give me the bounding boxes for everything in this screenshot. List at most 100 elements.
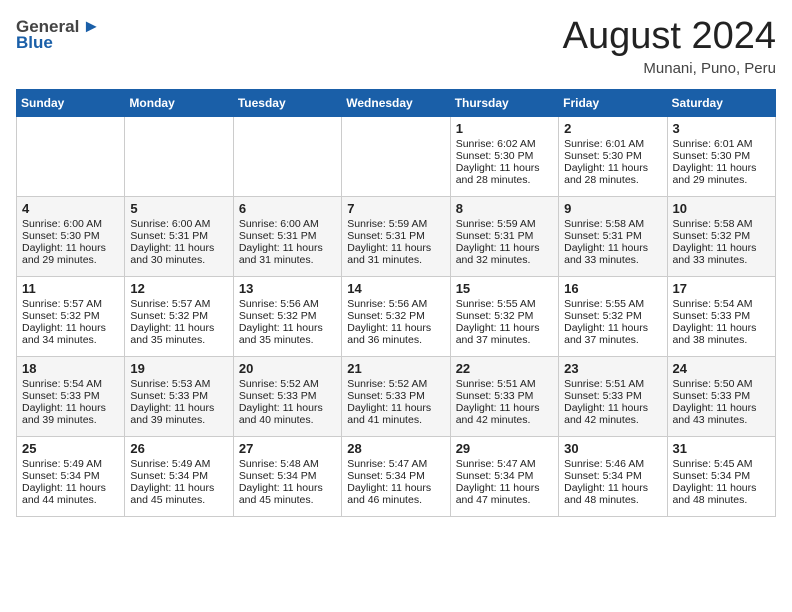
day-number: 7 xyxy=(347,201,444,216)
day-info-line: Sunset: 5:34 PM xyxy=(564,470,661,482)
day-info-line: Sunrise: 5:50 AM xyxy=(673,378,770,390)
day-number: 31 xyxy=(673,441,770,456)
day-number: 22 xyxy=(456,361,553,376)
day-info-line: and 31 minutes. xyxy=(347,254,444,266)
day-info-line: Sunset: 5:34 PM xyxy=(130,470,227,482)
day-number: 21 xyxy=(347,361,444,376)
day-info-line: Sunset: 5:34 PM xyxy=(22,470,119,482)
calendar-cell xyxy=(233,116,341,196)
day-info-line: Sunset: 5:33 PM xyxy=(673,390,770,402)
day-number: 1 xyxy=(456,121,553,136)
day-number: 25 xyxy=(22,441,119,456)
day-number: 28 xyxy=(347,441,444,456)
day-info-line: Daylight: 11 hours xyxy=(673,322,770,334)
day-info-line: Daylight: 11 hours xyxy=(456,162,553,174)
calendar-cell: 4Sunrise: 6:00 AMSunset: 5:30 PMDaylight… xyxy=(17,196,125,276)
page-header: General ► Blue August 2024 Munani, Puno,… xyxy=(16,16,776,77)
calendar-cell: 31Sunrise: 5:45 AMSunset: 5:34 PMDayligh… xyxy=(667,436,775,516)
day-info-line: and 45 minutes. xyxy=(239,494,336,506)
day-info-line: Daylight: 11 hours xyxy=(130,322,227,334)
day-info-line: Daylight: 11 hours xyxy=(347,322,444,334)
weekday-header-saturday: Saturday xyxy=(667,89,775,116)
day-info-line: Sunrise: 5:51 AM xyxy=(564,378,661,390)
calendar-cell xyxy=(17,116,125,196)
day-info-line: Sunrise: 5:55 AM xyxy=(564,298,661,310)
day-info-line: and 31 minutes. xyxy=(239,254,336,266)
day-info-line: Sunset: 5:31 PM xyxy=(347,230,444,242)
day-info-line: and 29 minutes. xyxy=(673,174,770,186)
weekday-header-friday: Friday xyxy=(559,89,667,116)
day-info-line: Sunrise: 5:55 AM xyxy=(456,298,553,310)
calendar-week-row: 18Sunrise: 5:54 AMSunset: 5:33 PMDayligh… xyxy=(17,356,776,436)
day-number: 13 xyxy=(239,281,336,296)
day-number: 5 xyxy=(130,201,227,216)
day-info-line: Daylight: 11 hours xyxy=(239,402,336,414)
day-info-line: Daylight: 11 hours xyxy=(564,242,661,254)
calendar-cell xyxy=(342,116,450,196)
day-info-line: Daylight: 11 hours xyxy=(456,242,553,254)
day-info-line: Sunset: 5:32 PM xyxy=(456,310,553,322)
day-info-line: Sunrise: 5:57 AM xyxy=(130,298,227,310)
weekday-header-row: SundayMondayTuesdayWednesdayThursdayFrid… xyxy=(17,89,776,116)
day-info-line: and 37 minutes. xyxy=(456,334,553,346)
day-info-line: Sunrise: 5:49 AM xyxy=(22,458,119,470)
day-number: 26 xyxy=(130,441,227,456)
day-info-line: Sunset: 5:33 PM xyxy=(22,390,119,402)
day-info-line: Daylight: 11 hours xyxy=(239,482,336,494)
day-info-line: Sunrise: 5:58 AM xyxy=(564,218,661,230)
day-info-line: Sunrise: 5:54 AM xyxy=(22,378,119,390)
day-number: 16 xyxy=(564,281,661,296)
calendar-cell: 3Sunrise: 6:01 AMSunset: 5:30 PMDaylight… xyxy=(667,116,775,196)
calendar-cell: 20Sunrise: 5:52 AMSunset: 5:33 PMDayligh… xyxy=(233,356,341,436)
day-info-line: Sunrise: 5:45 AM xyxy=(673,458,770,470)
calendar-week-row: 25Sunrise: 5:49 AMSunset: 5:34 PMDayligh… xyxy=(17,436,776,516)
day-info-line: Daylight: 11 hours xyxy=(347,402,444,414)
day-info-line: Sunset: 5:33 PM xyxy=(673,310,770,322)
day-info-line: Daylight: 11 hours xyxy=(456,322,553,334)
day-info-line: Sunset: 5:34 PM xyxy=(456,470,553,482)
day-info-line: Sunset: 5:30 PM xyxy=(456,150,553,162)
day-info-line: Sunset: 5:33 PM xyxy=(456,390,553,402)
calendar-cell: 24Sunrise: 5:50 AMSunset: 5:33 PMDayligh… xyxy=(667,356,775,436)
calendar-cell: 29Sunrise: 5:47 AMSunset: 5:34 PMDayligh… xyxy=(450,436,558,516)
day-info-line: Daylight: 11 hours xyxy=(564,162,661,174)
day-info-line: Sunrise: 5:49 AM xyxy=(130,458,227,470)
calendar-cell: 10Sunrise: 5:58 AMSunset: 5:32 PMDayligh… xyxy=(667,196,775,276)
calendar-cell: 14Sunrise: 5:56 AMSunset: 5:32 PMDayligh… xyxy=(342,276,450,356)
logo-bird-shape: ► xyxy=(82,16,100,37)
day-info-line: and 29 minutes. xyxy=(22,254,119,266)
day-info-line: Sunset: 5:31 PM xyxy=(130,230,227,242)
calendar-cell: 11Sunrise: 5:57 AMSunset: 5:32 PMDayligh… xyxy=(17,276,125,356)
calendar-week-row: 11Sunrise: 5:57 AMSunset: 5:32 PMDayligh… xyxy=(17,276,776,356)
calendar-cell: 30Sunrise: 5:46 AMSunset: 5:34 PMDayligh… xyxy=(559,436,667,516)
day-info-line: Sunrise: 6:01 AM xyxy=(673,138,770,150)
day-info-line: and 41 minutes. xyxy=(347,414,444,426)
calendar-cell: 22Sunrise: 5:51 AMSunset: 5:33 PMDayligh… xyxy=(450,356,558,436)
calendar-cell: 18Sunrise: 5:54 AMSunset: 5:33 PMDayligh… xyxy=(17,356,125,436)
day-info-line: Sunset: 5:30 PM xyxy=(673,150,770,162)
day-info-line: and 39 minutes. xyxy=(22,414,119,426)
day-info-line: Daylight: 11 hours xyxy=(564,482,661,494)
day-info-line: Sunset: 5:33 PM xyxy=(564,390,661,402)
day-number: 24 xyxy=(673,361,770,376)
calendar-cell: 7Sunrise: 5:59 AMSunset: 5:31 PMDaylight… xyxy=(342,196,450,276)
calendar-cell: 26Sunrise: 5:49 AMSunset: 5:34 PMDayligh… xyxy=(125,436,233,516)
day-info-line: Daylight: 11 hours xyxy=(564,322,661,334)
day-info-line: and 35 minutes. xyxy=(130,334,227,346)
day-info-line: Sunset: 5:30 PM xyxy=(22,230,119,242)
day-info-line: Sunrise: 6:02 AM xyxy=(456,138,553,150)
calendar-cell: 5Sunrise: 6:00 AMSunset: 5:31 PMDaylight… xyxy=(125,196,233,276)
day-info-line: Sunset: 5:34 PM xyxy=(239,470,336,482)
day-info-line: and 40 minutes. xyxy=(239,414,336,426)
day-info-line: Daylight: 11 hours xyxy=(456,482,553,494)
day-number: 3 xyxy=(673,121,770,136)
day-info-line: Sunrise: 5:59 AM xyxy=(456,218,553,230)
day-info-line: Sunset: 5:32 PM xyxy=(347,310,444,322)
day-info-line: and 37 minutes. xyxy=(564,334,661,346)
day-info-line: Sunset: 5:33 PM xyxy=(347,390,444,402)
day-info-line: and 33 minutes. xyxy=(564,254,661,266)
day-number: 11 xyxy=(22,281,119,296)
day-info-line: and 44 minutes. xyxy=(22,494,119,506)
day-number: 19 xyxy=(130,361,227,376)
day-number: 17 xyxy=(673,281,770,296)
